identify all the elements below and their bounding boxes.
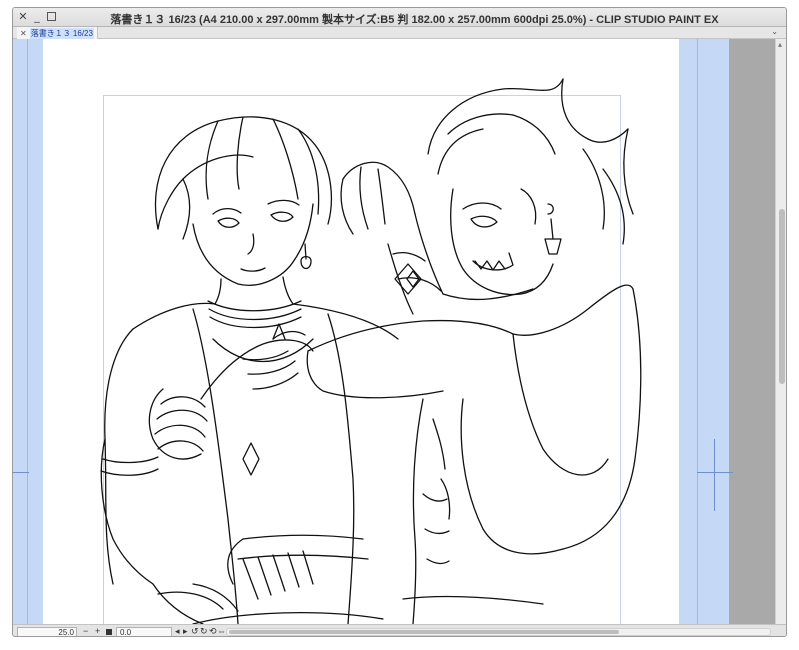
rotation-angle-field[interactable]: 0.0	[116, 627, 172, 637]
horizontal-scrollbar[interactable]	[226, 628, 771, 636]
scroll-up-icon[interactable]: ▴	[778, 40, 782, 49]
document-tab-bar: ✕ 落書き１３ 16/23 ⌄	[13, 27, 786, 39]
window-close-icon[interactable]: ✕	[17, 11, 29, 23]
outside-canvas	[729, 39, 775, 624]
bleed-margin-right	[679, 39, 729, 624]
rotate-ccw-icon[interactable]: ↺	[191, 626, 199, 636]
tab-menu-icon[interactable]: ⌄	[771, 27, 778, 36]
crop-mark-vertical	[714, 439, 715, 511]
fit-view-icon[interactable]	[106, 629, 112, 635]
bleed-margin-left	[13, 39, 43, 624]
reset-rotation-icon[interactable]: ⟲	[209, 626, 217, 636]
app-window: ✕ _ 落書き１３ 16/23 (A4 210.00 x 297.00mm 製本…	[12, 7, 787, 637]
flip-horizontal-icon[interactable]: ⇔	[217, 626, 226, 636]
window-title: 落書き１３ 16/23 (A4 210.00 x 297.00mm 製本サイズ:…	[110, 14, 719, 26]
tab-label: 落書き１３ 16/23	[29, 27, 94, 39]
rotate-cw-icon[interactable]: ↻	[200, 626, 208, 636]
tab-close-icon[interactable]: ✕	[20, 29, 27, 38]
rotation-angle-value: 0.0	[120, 628, 132, 637]
horizontal-scroll-thumb[interactable]	[229, 630, 619, 634]
line-art-illustration	[100, 78, 642, 624]
status-bar: 25.0 − + 0.0 ◂ ▸ ↺ ↻ ⟲ ⇔	[13, 624, 786, 637]
zoom-out-button[interactable]: −	[83, 626, 88, 636]
canvas-area[interactable]	[13, 39, 775, 624]
document-tab[interactable]: ✕ 落書き１３ 16/23	[17, 27, 98, 39]
crop-mark-left	[13, 472, 29, 473]
window-maximize-icon[interactable]	[45, 11, 57, 23]
rotate-right-button[interactable]: ▸	[183, 626, 188, 636]
vertical-scroll-thumb[interactable]	[779, 209, 785, 384]
window-minimize-icon[interactable]: _	[31, 11, 43, 23]
crop-mark-horizontal	[697, 472, 733, 473]
zoom-field[interactable]: 25.0	[17, 627, 77, 637]
vertical-scrollbar[interactable]: ▴	[775, 39, 786, 624]
title-bar: ✕ _ 落書き１３ 16/23 (A4 210.00 x 297.00mm 製本…	[13, 8, 786, 27]
rotate-left-button[interactable]: ◂	[175, 626, 180, 636]
zoom-in-button[interactable]: +	[95, 626, 100, 636]
zoom-value: 25.0	[58, 628, 74, 637]
